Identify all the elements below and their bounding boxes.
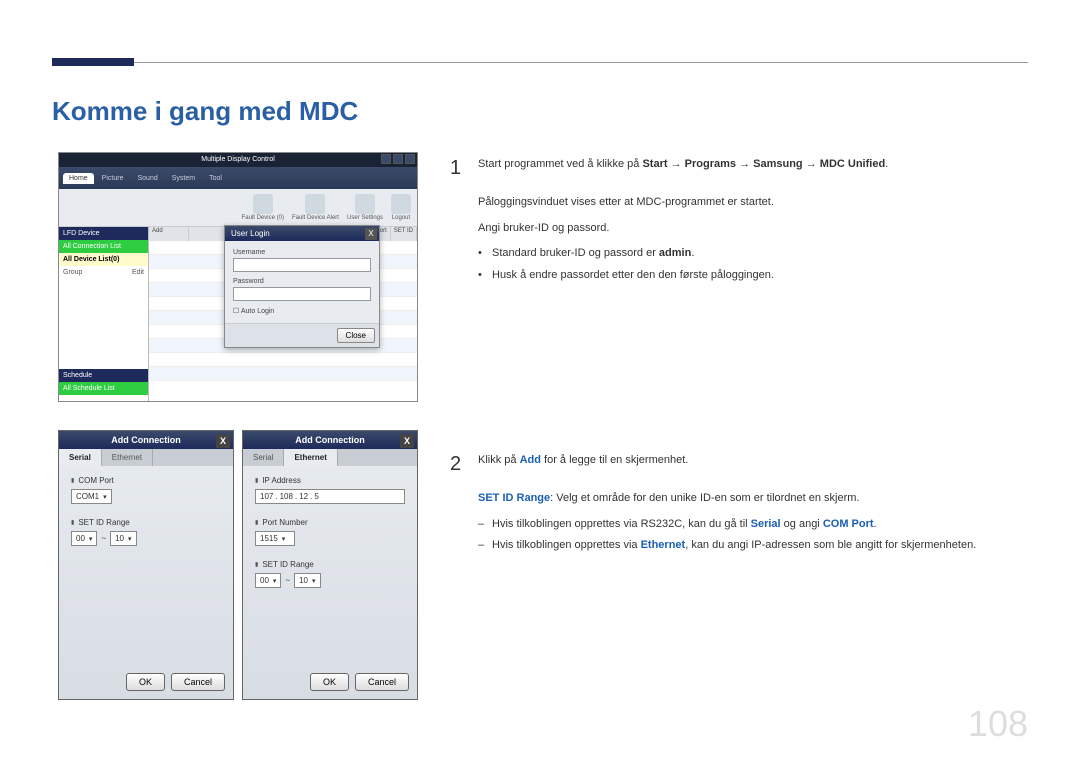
username-input[interactable] [233,258,371,272]
user-settings-button[interactable]: User Settings [347,194,383,221]
logout-button[interactable]: Logout [391,194,411,221]
window-title: Multiple Display Control [201,156,275,163]
com-port-select[interactable]: COM1 [71,489,112,504]
sidebar-schedule-list[interactable]: All Schedule List [59,382,148,395]
tab-home[interactable]: Home [63,173,94,184]
tab-serial[interactable]: Serial [243,449,284,466]
login-title: User LoginX [225,226,379,241]
page-number: 108 [968,703,1028,745]
add-connection-ethernet-dialog: Add ConnectionX Serial Ethernet IP Addre… [242,430,418,700]
sidebar-group-row: GroupEdit [59,266,148,279]
sidebar-connection-list[interactable]: All Connection List [59,240,148,253]
header-accent [52,58,134,66]
sidebar: LFD Device All Connection List All Devic… [59,227,149,401]
setid-label: SET ID Range [255,560,405,569]
close-icon[interactable]: X [365,228,377,240]
step-number: 2 [450,448,464,480]
fault-alert-icon [305,194,325,214]
header-rule [52,62,1028,63]
fault-device-icon [253,194,273,214]
mdc-screenshot: Multiple Display Control Home Picture So… [58,152,418,402]
window-titlebar: Multiple Display Control [59,153,417,167]
step-2-setid: SET ID Range: Velg et område for den uni… [478,490,1028,508]
step-1-line3: Angi bruker-ID og passord. [478,220,1028,238]
range-from-select[interactable]: 00 [255,573,281,588]
close-icon[interactable]: X [216,434,230,448]
tab-ethernet[interactable]: Ethernet [102,449,153,466]
window-controls [381,154,415,164]
cancel-button[interactable]: Cancel [355,673,409,691]
login-close-button[interactable]: Close [337,328,375,343]
fault-device-button[interactable]: Fault Device (0) [242,194,284,221]
com-port-label: COM Port [71,476,221,485]
ok-button[interactable]: OK [126,673,165,691]
tab-sound[interactable]: Sound [131,173,163,184]
setid-label: SET ID Range [71,518,221,527]
tab-serial[interactable]: Serial [59,449,102,466]
tab-tool[interactable]: Tool [203,173,228,184]
step-1-lead: Start programmet ved å klikke på Start →… [478,152,1028,184]
auto-login-checkbox[interactable]: ☐ Auto Login [233,307,371,315]
range-to-select[interactable]: 10 [294,573,320,588]
ip-label: IP Address [255,476,405,485]
password-label: Password [233,278,371,285]
login-dialog: User LoginX Username Password ☐ Auto Log… [224,225,380,348]
step-2-lead: Klikk på Add for å legge til en skjermen… [478,448,1028,480]
range-from-select[interactable]: 00 [71,531,97,546]
ok-button[interactable]: OK [310,673,349,691]
dialog-title: Add ConnectionX [243,431,417,449]
step-number: 1 [450,152,464,184]
edit-button[interactable]: Edit [132,269,144,276]
range-to-select[interactable]: 10 [110,531,136,546]
port-label: Port Number [255,518,405,527]
step-1-section: 1 Start programmet ved å klikke på Start… [450,152,1028,288]
step-2-sub-2: Hvis tilkoblingen opprettes via Ethernet… [478,537,1028,555]
tab-picture[interactable]: Picture [96,173,130,184]
page-title: Komme i gang med MDC [52,96,358,127]
fault-alert-button[interactable]: Fault Device Alert [292,194,339,221]
logout-icon [391,194,411,214]
tab-ethernet[interactable]: Ethernet [284,449,337,466]
sidebar-schedule-header[interactable]: Schedule [59,369,148,382]
cancel-button[interactable]: Cancel [171,673,225,691]
step-1-line2: Påloggingsvinduet vises etter at MDC-pro… [478,194,1028,212]
ip-input[interactable]: 107.108.12.5 [255,489,405,504]
sidebar-lfd-header[interactable]: LFD Device [59,227,148,240]
tab-system[interactable]: System [166,173,201,184]
user-settings-icon [355,194,375,214]
dialog-title: Add ConnectionX [59,431,233,449]
sidebar-all-device[interactable]: All Device List(0) [59,253,148,266]
add-connection-serial-dialog: Add ConnectionX Serial Ethernet COM Port… [58,430,234,700]
port-input[interactable]: 1515 [255,531,295,546]
step-1-bullet-2: Husk å endre passordet etter den den før… [478,267,1028,285]
toolbar: Fault Device (0) Fault Device Alert User… [59,189,417,227]
close-icon[interactable]: X [400,434,414,448]
step-1-bullet-1: Standard bruker-ID og passord er admin. [478,245,1028,263]
menu-bar: Home Picture Sound System Tool [59,167,417,189]
password-input[interactable] [233,287,371,301]
step-2-section: 2 Klikk på Add for å legge til en skjerm… [450,448,1028,559]
username-label: Username [233,249,371,256]
step-2-sub-1: Hvis tilkoblingen opprettes via RS232C, … [478,516,1028,534]
add-column-button[interactable]: Add [149,227,189,241]
